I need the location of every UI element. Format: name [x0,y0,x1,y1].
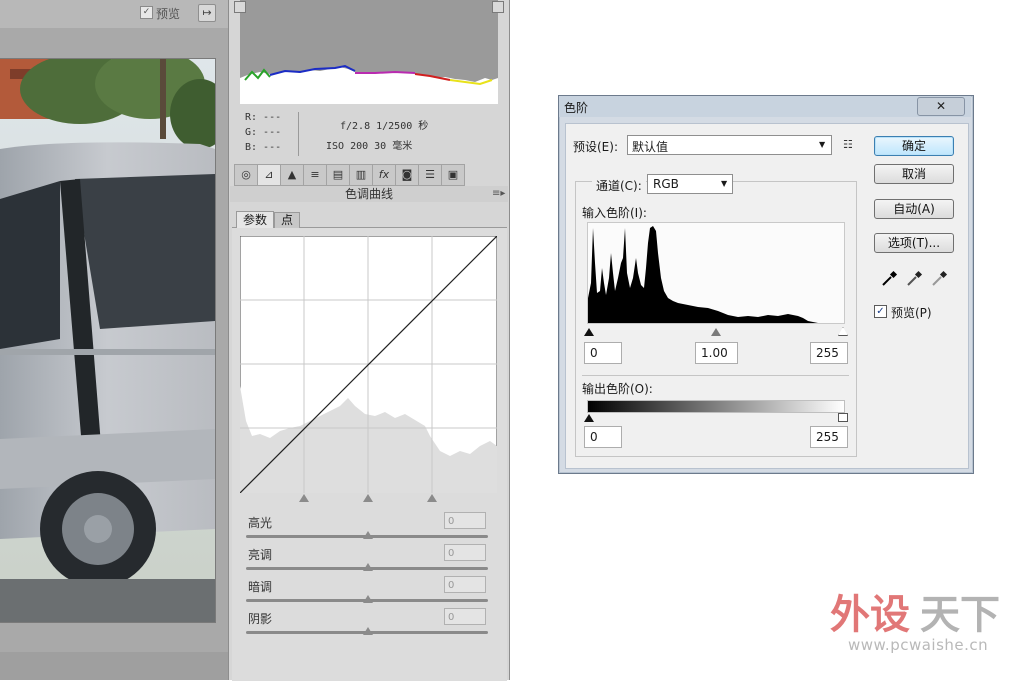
highlight-clipping-warning-icon[interactable] [492,1,504,13]
output-level-thumbs [584,412,848,424]
darks-thumb[interactable] [363,595,373,603]
input-black-thumb[interactable] [584,328,594,336]
cancel-button[interactable]: 取消 [874,164,954,184]
shadow-clipping-warning-icon[interactable] [234,1,246,13]
dialog-title: 色阶 [564,101,589,115]
output-levels-label: 输出色阶(O): [582,382,653,396]
output-white-thumb[interactable] [838,413,848,422]
panel-menu-icon[interactable]: ≡▸ [492,188,505,199]
camera-calibration-icon[interactable]: ◙ [395,164,419,186]
tab-parametric[interactable]: 参数 [236,211,274,228]
highlights-label: 高光 [248,516,273,530]
preview-label-dialog: 预览(P) [891,306,932,320]
darks-value[interactable]: 0 [444,576,486,593]
chevron-down-icon: ▼ [819,140,826,149]
input-level-thumbs [584,326,848,338]
svg-text:外设: 外设 [830,592,910,638]
white-eyedropper-icon[interactable] [930,270,948,288]
lights-label: 亮调 [248,548,273,562]
dialog-titlebar[interactable] [559,96,971,117]
output-white-field[interactable]: 255 [810,426,848,448]
hsl-icon[interactable]: ≡ [303,164,327,186]
camera-info: R: --- G: --- B: --- f/2.8 1/2500 秒 ISO … [240,108,500,158]
lights-value[interactable]: 0 [444,544,486,561]
curve-icon[interactable]: ⊿ [257,164,281,186]
tab-point[interactable]: 点 [274,212,300,228]
fx-icon[interactable]: fx [372,164,396,186]
lens-icon[interactable]: ▥ [349,164,373,186]
preview-toolbar [0,0,228,28]
output-black-thumb[interactable] [584,414,594,422]
preset-value: 默认值 [632,140,669,154]
input-white-thumb[interactable] [838,327,848,336]
aperture-shutter: f/2.8 1/2500 秒 [340,121,429,132]
black-eyedropper-icon[interactable] [880,270,898,288]
channel-value: RGB [653,177,679,191]
curve-split-thumb-2[interactable] [363,494,373,502]
input-gamma-field[interactable]: 1.00 [695,342,738,364]
highlights-value[interactable]: 0 [444,512,486,529]
van-photo [0,59,215,622]
fullscreen-toggle-icon[interactable]: ↦ [198,4,216,22]
close-icon[interactable]: ✕ [917,97,965,116]
rgb-readout-b: B: --- [245,142,282,153]
input-gamma-thumb[interactable] [711,328,721,336]
output-black-field[interactable]: 0 [584,426,622,448]
presets-icon[interactable]: ☰ [418,164,442,186]
shadows-value[interactable]: 0 [444,608,486,625]
aperture-icon[interactable]: ◎ [234,164,258,186]
shadows-label: 阴影 [248,612,273,626]
ok-button[interactable]: 确定 [874,136,954,156]
chevron-down-icon: ▼ [721,179,728,188]
iso-focal-length: ISO 200 30 毫米 [326,141,413,152]
panel-tool-icons: ◎ ⊿ ▲ ≡ ▤ ▥ fx ◙ ☰ ▣ [234,164,474,186]
auto-button[interactable]: 自动(A) [874,199,954,219]
input-levels-label: 输入色阶(I): [582,206,647,220]
info-divider [298,112,299,156]
input-black-field[interactable]: 0 [584,342,622,364]
channel-label: 通道(C): [592,177,646,194]
options-button[interactable]: 选项(T)... [874,233,954,253]
lights-thumb[interactable] [363,563,373,571]
preset-label: 预设(E): [573,140,618,154]
tone-curve-title: 色调曲线 [230,186,508,202]
split-toning-icon[interactable]: ▤ [326,164,350,186]
gray-eyedropper-icon[interactable] [905,270,923,288]
shadows-thumb[interactable] [363,627,373,635]
camera-raw-histogram [240,0,498,104]
curve-split-thumb-1[interactable] [299,494,309,502]
darks-label: 暗调 [248,580,273,594]
svg-text:天下: 天下 [920,592,1000,638]
detail-icon[interactable]: ▲ [280,164,304,186]
tone-curve-graph[interactable] [239,235,498,494]
preset-options-icon[interactable]: ☷ [843,138,853,151]
preview-checkbox[interactable]: ✓ [140,6,153,19]
dialog-separator [582,375,849,376]
highlights-thumb[interactable] [363,531,373,539]
rgb-readout-g: G: --- [245,127,282,138]
photo-image [0,58,216,623]
watermark-site: www.pcwaishe.cn [848,636,989,654]
curve-split-thumb-3[interactable] [427,494,437,502]
levels-histogram [587,222,845,324]
input-white-field[interactable]: 255 [810,342,848,364]
preview-bottom-bar [0,652,228,680]
preview-label: 预览 [156,7,181,21]
rgb-readout-r: R: --- [245,112,282,123]
preview-checkbox-dialog[interactable]: ✓ [874,305,887,318]
snapshots-icon[interactable]: ▣ [441,164,465,186]
